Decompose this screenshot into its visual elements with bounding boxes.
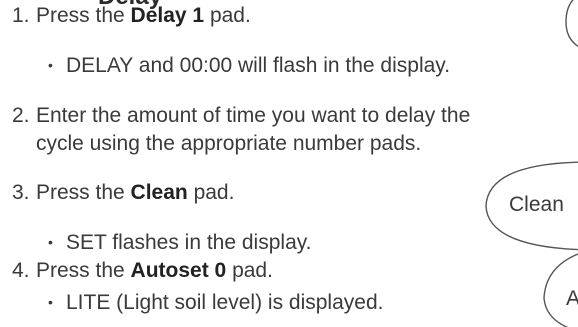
note-text: DELAY and 00:00 will flash in the displa… (66, 54, 451, 77)
step-2: 2. Enter the amount of time you want to d… (12, 104, 470, 128)
step-2-continuation: cycle using the appropriate number pads. (36, 132, 421, 156)
note-text: LITE (Light soil level) is displayed. (66, 291, 384, 314)
step-4: 4. Press the Autoset 0 pad. (12, 259, 273, 283)
step-3: 3. Press the Clean pad. (12, 181, 234, 205)
bullet-icon: • (48, 57, 53, 73)
step-1: 1. Press the Delay 1 pad. (12, 4, 251, 28)
instruction-page: Delay 1.Press the Delay 1 pad. •DELAY an… (0, 0, 578, 327)
delay-pad-outline (565, 0, 578, 48)
pad-name: Autoset 0 (130, 259, 227, 282)
step-4-note: • LITE (Light soil level) is displayed. (48, 290, 383, 315)
step-text-prefix: Press the (36, 181, 131, 204)
bullet-icon: • (48, 234, 53, 250)
step-text: cycle using the appropriate number pads. (36, 132, 422, 155)
step-text-prefix: Press the (36, 4, 131, 27)
step-text-prefix: Press the (36, 259, 131, 282)
step-text: Enter the amount of time you want to del… (36, 104, 471, 127)
step-number: 2. (12, 104, 30, 127)
pad-name: Delay 1 (130, 4, 205, 27)
pad-name: Clean (130, 181, 188, 204)
step-text-suffix: pad. (204, 4, 251, 27)
step-number: 4. (12, 259, 30, 282)
step-text-suffix: pad. (187, 181, 235, 204)
step-number: 1. (12, 4, 30, 27)
bullet-icon: • (48, 294, 53, 310)
clean-pad-label: Clean (509, 193, 564, 216)
note-text: SET flashes in the display. (66, 231, 312, 254)
step-number: 3. (12, 181, 30, 204)
step-text-suffix: pad. (226, 259, 273, 282)
step-3-note: • SET flashes in the display. (48, 230, 312, 255)
autoset-pad-label: A (566, 287, 578, 310)
step-1-note: • DELAY and 00:00 will flash in the displ… (48, 53, 450, 78)
